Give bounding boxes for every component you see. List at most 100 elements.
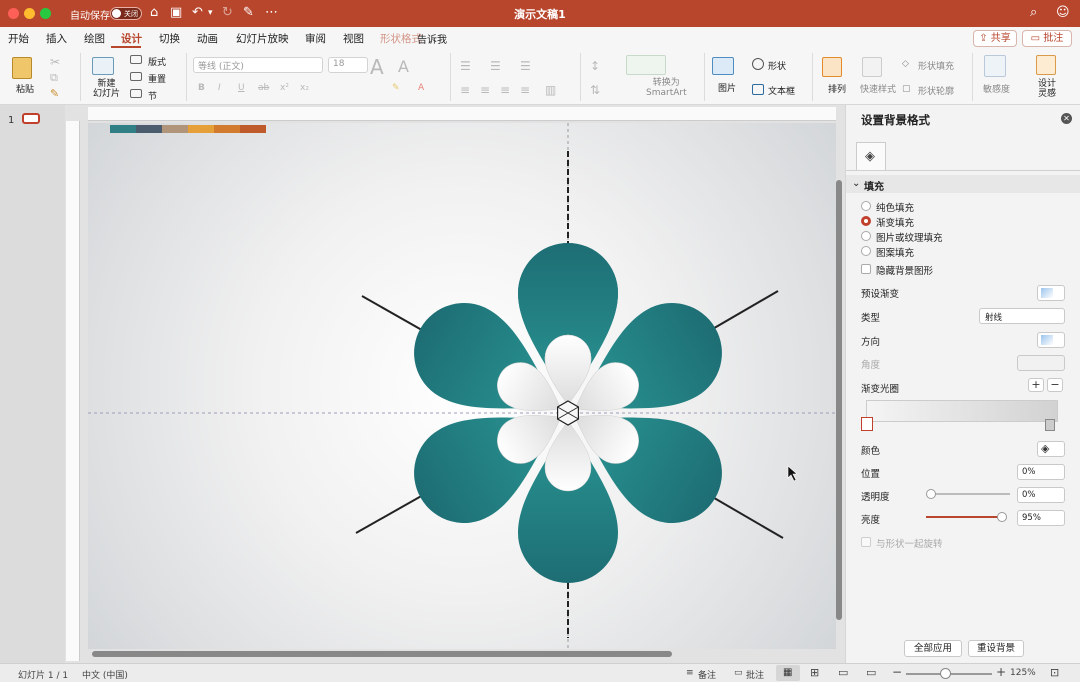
notes-button[interactable]: 备注 — [698, 668, 716, 681]
tab-insert[interactable]: 插入 — [46, 31, 67, 46]
normal-view-button[interactable]: ▦ — [776, 665, 800, 681]
color-dropdown[interactable]: ◈ — [1037, 441, 1065, 457]
slide-sorter-icon[interactable]: ⊞ — [810, 666, 819, 679]
remove-stop-button[interactable]: − — [1047, 378, 1063, 392]
account-icon[interactable]: ☺ — [1056, 5, 1070, 21]
brightness-slider[interactable] — [926, 512, 1007, 522]
smartart-label[interactable]: 转换为 SmartArt — [646, 78, 687, 98]
tab-animations[interactable]: 动画 — [197, 31, 218, 46]
horizontal-scrollbar[interactable] — [92, 651, 672, 657]
increase-font-icon[interactable]: A — [370, 55, 384, 79]
format-painter-icon[interactable]: ✎ — [50, 87, 59, 100]
decrease-font-icon[interactable]: A — [398, 57, 409, 76]
hide-bg-graphics-label[interactable]: 隐藏背景图形 — [876, 263, 933, 277]
tab-view[interactable]: 视图 — [343, 31, 364, 46]
strikethrough-icon[interactable]: ab — [258, 83, 269, 93]
comments-button[interactable]: ▭ 批注 — [1022, 30, 1072, 47]
position-field[interactable]: 0% — [1017, 464, 1065, 480]
paste-label[interactable]: 粘贴 — [16, 82, 34, 95]
share-button[interactable]: ⇪ 共享 — [973, 30, 1017, 47]
angle-field[interactable] — [1017, 355, 1065, 371]
design-ideas-icon[interactable] — [1036, 55, 1056, 75]
align-center-icon[interactable]: ≡ — [480, 83, 490, 97]
picture-fill-label[interactable]: 图片或纹理填充 — [876, 230, 943, 244]
brightness-slider-thumb[interactable] — [997, 512, 1007, 522]
font-name-field[interactable]: 等线 (正文) — [193, 57, 323, 73]
quick-styles-label[interactable]: 快速样式 — [860, 82, 896, 95]
picture-icon[interactable] — [712, 57, 734, 75]
pattern-fill-radio[interactable] — [861, 246, 871, 256]
tab-design[interactable]: 设计 — [121, 31, 142, 46]
reset-background-button[interactable]: 重设背景 — [968, 640, 1024, 657]
gradient-stops-bar[interactable] — [866, 400, 1058, 422]
gradient-fill-radio[interactable] — [861, 216, 871, 226]
pattern-fill-label[interactable]: 图案填充 — [876, 245, 914, 259]
close-icon[interactable]: ✕ — [1061, 113, 1072, 124]
underline-icon[interactable]: U — [238, 83, 245, 93]
italic-icon[interactable]: I — [218, 83, 221, 93]
arrange-icon[interactable] — [822, 57, 842, 77]
justify-icon[interactable]: ≡ — [520, 83, 530, 97]
solid-fill-label[interactable]: 纯色填充 — [876, 200, 914, 214]
zoom-in-icon[interactable]: + — [996, 665, 1006, 679]
bold-icon[interactable]: B — [198, 83, 205, 93]
picture-fill-radio[interactable] — [861, 231, 871, 241]
slide[interactable] — [88, 123, 836, 649]
font-color-icon[interactable]: A — [418, 83, 424, 93]
tab-slideshow[interactable]: 幻灯片放映 — [236, 31, 289, 46]
gradient-fill-label[interactable]: 渐变填充 — [876, 215, 914, 229]
fill-section-header[interactable]: ⌄ 填充 — [846, 175, 1080, 193]
gradient-stop-handle[interactable] — [861, 417, 873, 431]
slideshow-icon[interactable]: ▭ — [866, 666, 876, 679]
transparency-slider[interactable] — [930, 493, 1010, 495]
picture-label[interactable]: 图片 — [718, 81, 736, 94]
vertical-ruler[interactable] — [66, 121, 80, 661]
sensitivity-icon[interactable] — [984, 55, 1006, 77]
smartart-icon[interactable] — [626, 55, 666, 75]
reset-button[interactable]: 重置 — [148, 72, 166, 85]
tab-transitions[interactable]: 切换 — [159, 31, 180, 46]
hide-bg-graphics-checkbox[interactable] — [861, 264, 871, 274]
align-right-icon[interactable]: ≡ — [500, 83, 510, 97]
language-status[interactable]: 中文 (中国) — [82, 668, 128, 681]
highlight-icon[interactable]: ✎ — [392, 83, 400, 93]
shape-fill-button[interactable]: 形状填充 — [918, 59, 954, 72]
section-button[interactable]: 节 — [148, 89, 157, 102]
zoom-slider-thumb[interactable] — [940, 668, 951, 679]
rotate-with-shape-checkbox[interactable] — [861, 537, 871, 547]
flower-diagram[interactable] — [88, 123, 836, 649]
paste-icon[interactable] — [12, 57, 32, 79]
font-size-field[interactable]: 18 — [328, 57, 368, 73]
new-slide-icon[interactable] — [92, 57, 114, 75]
search-icon[interactable]: ⌕ — [1030, 5, 1037, 21]
preset-gradient-dropdown[interactable] — [1037, 285, 1065, 301]
horizontal-ruler[interactable] — [88, 107, 836, 121]
arrange-label[interactable]: 排列 — [828, 82, 846, 95]
transparency-field[interactable]: 0% — [1017, 487, 1065, 503]
rotate-with-shape-label[interactable]: 与形状一起旋转 — [876, 536, 943, 550]
cut-icon[interactable]: ✂ — [50, 55, 60, 69]
direction-dropdown[interactable] — [1037, 332, 1065, 348]
columns-icon[interactable]: ▥ — [545, 83, 556, 97]
text-direction-icon[interactable]: ⇅ — [590, 83, 600, 97]
brightness-field[interactable]: 95% — [1017, 510, 1065, 526]
solid-fill-radio[interactable] — [861, 201, 871, 211]
tab-review[interactable]: 审阅 — [305, 31, 326, 46]
tab-home[interactable]: 开始 — [8, 31, 29, 46]
tab-shape-format[interactable]: 形状格式 — [380, 31, 422, 46]
vertical-scrollbar[interactable] — [836, 180, 842, 620]
slide-thumbnail[interactable] — [22, 113, 40, 124]
zoom-level[interactable]: 125% — [1010, 668, 1036, 678]
align-left-icon[interactable]: ≡ — [460, 83, 470, 97]
numbering-icon[interactable]: ☰ — [490, 59, 501, 73]
bullets-icon[interactable]: ☰ — [460, 59, 471, 73]
textbox-button[interactable]: 文本框 — [768, 84, 795, 97]
comments-status-button[interactable]: 批注 — [746, 668, 764, 681]
quick-styles-icon[interactable] — [862, 57, 882, 77]
shape-outline-button[interactable]: 形状轮廓 — [918, 84, 954, 97]
copy-icon[interactable]: ⧉ — [50, 71, 58, 85]
add-stop-button[interactable]: + — [1028, 378, 1044, 392]
line-spacing-icon[interactable]: ↕ — [590, 59, 600, 73]
subscript-icon[interactable]: x₂ — [300, 83, 309, 93]
design-ideas-label[interactable]: 设计 灵感 — [1038, 79, 1056, 99]
